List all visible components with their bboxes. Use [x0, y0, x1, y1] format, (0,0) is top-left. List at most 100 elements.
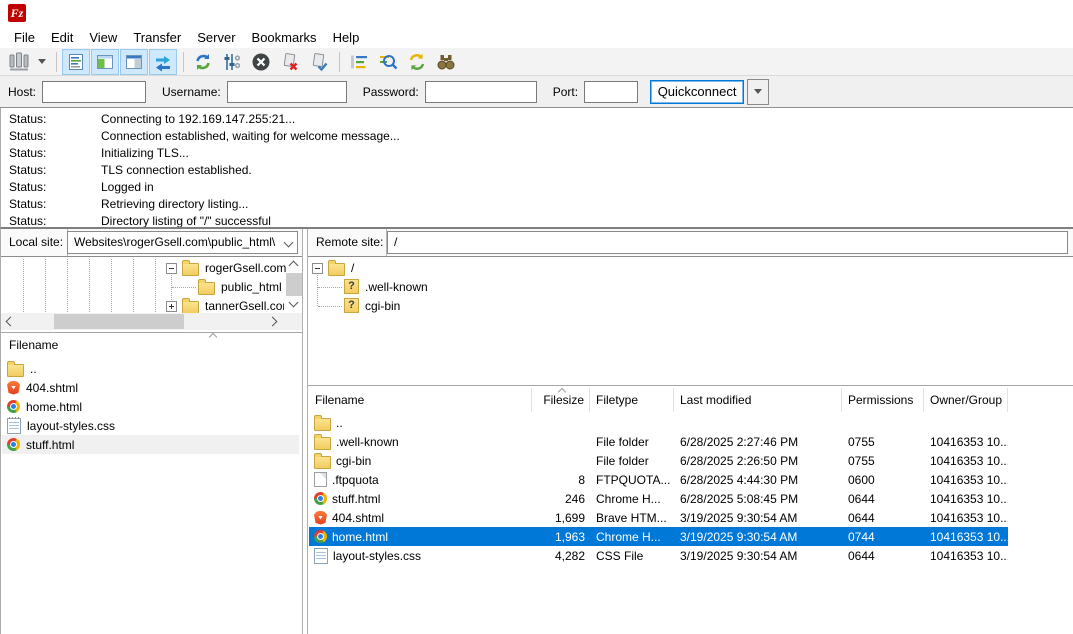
site-manager-button[interactable]: [5, 49, 33, 75]
collapse-expander-icon[interactable]: [166, 263, 177, 274]
tree-guide: [89, 259, 90, 312]
find-files-button[interactable]: [432, 49, 460, 75]
filezilla-logo-icon: Fz: [8, 4, 26, 22]
horizontal-scrollbar[interactable]: [1, 313, 302, 330]
remote-file-row[interactable]: ..: [309, 413, 1008, 432]
column-owner-group[interactable]: Owner/Group: [924, 388, 1008, 412]
toggle-message-log-button[interactable]: [62, 49, 90, 75]
tree-item-label: tannerGsell.com: [205, 299, 284, 313]
status-message: Initializing TLS...: [101, 146, 189, 160]
scroll-up-arrow[interactable]: [289, 261, 299, 271]
reconnect-button[interactable]: [305, 49, 333, 75]
collapse-expander-icon[interactable]: [312, 263, 323, 274]
local-file-row[interactable]: layout-styles.css: [2, 416, 115, 435]
folder-icon: [182, 263, 199, 276]
password-input[interactable]: [425, 81, 537, 103]
host-input[interactable]: [42, 81, 146, 103]
disconnect-button[interactable]: [276, 49, 304, 75]
quickconnect-dropdown-button[interactable]: [747, 79, 769, 105]
tree-guide: [45, 259, 46, 312]
expand-expander-icon[interactable]: [166, 301, 177, 312]
chrome-file-icon: [314, 530, 327, 543]
file-modified: 3/19/2025 9:30:54 AM: [674, 530, 842, 544]
menu-transfer[interactable]: Transfer: [125, 28, 189, 47]
folder-icon: [182, 301, 199, 314]
tree-item-cgi-bin[interactable]: cgi-bin: [344, 296, 400, 315]
directory-listing-filters-button[interactable]: [345, 49, 373, 75]
menu-view[interactable]: View: [81, 28, 125, 47]
file-name: home.html: [332, 530, 388, 544]
tree-item-well-known[interactable]: .well-known: [344, 277, 428, 296]
file-size: 1,963: [532, 530, 590, 544]
chrome-file-icon: [7, 438, 20, 451]
column-permissions[interactable]: Permissions: [842, 388, 924, 412]
file-type: Brave HTM...: [590, 511, 674, 525]
local-file-row[interactable]: ..: [2, 359, 37, 378]
process-queue-button[interactable]: [218, 49, 246, 75]
remote-file-row[interactable]: stuff.html 246 Chrome H... 6/28/2025 5:0…: [309, 489, 1008, 508]
status-message: Logged in: [101, 180, 154, 194]
file-permissions: 0600: [842, 473, 924, 487]
local-file-row[interactable]: stuff.html: [2, 435, 299, 454]
cancel-button[interactable]: [247, 49, 275, 75]
status-label: Status:: [1, 128, 101, 145]
toggle-remote-tree-button[interactable]: [120, 49, 148, 75]
tree-guide: [133, 259, 134, 312]
refresh-button[interactable]: [189, 49, 217, 75]
local-column-filename[interactable]: Filename: [9, 338, 58, 352]
vertical-scrollbar-thumb[interactable]: [286, 273, 302, 296]
quickconnect-button[interactable]: Quickconnect: [650, 80, 744, 104]
status-line: Status:Logged in: [1, 179, 1073, 196]
remote-site-combobox[interactable]: /: [387, 231, 1068, 254]
tree-item-public-html[interactable]: public_html: [198, 277, 282, 296]
menu-file[interactable]: File: [6, 28, 43, 47]
remote-file-row[interactable]: layout-styles.css 4,282 CSS File 3/19/20…: [309, 546, 1008, 565]
reconnect-icon: [309, 52, 329, 72]
tree-item-rogergsell[interactable]: rogerGsell.com: [182, 258, 286, 277]
scroll-right-arrow[interactable]: [268, 317, 278, 327]
folder-icon: [314, 418, 331, 431]
toggle-local-tree-button[interactable]: [91, 49, 119, 75]
directory-comparison-button[interactable]: [374, 49, 402, 75]
menu-help[interactable]: Help: [325, 28, 368, 47]
panel-splitter[interactable]: [308, 385, 1073, 386]
remote-file-row[interactable]: .ftpquota 8 FTPQUOTA... 6/28/2025 4:44:3…: [309, 470, 1008, 489]
toolbar-separator: [339, 52, 340, 72]
remote-file-row[interactable]: cgi-bin File folder 6/28/2025 2:26:50 PM…: [309, 451, 1008, 470]
remote-file-row-selected[interactable]: home.html 1,963 Chrome H... 3/19/2025 9:…: [309, 527, 1008, 546]
menu-bookmarks[interactable]: Bookmarks: [244, 28, 325, 47]
local-file-row[interactable]: home.html: [2, 397, 82, 416]
remote-file-row[interactable]: 404.shtml 1,699 Brave HTM... 3/19/2025 9…: [309, 508, 1008, 527]
remote-file-row[interactable]: .well-known File folder 6/28/2025 2:27:4…: [309, 432, 1008, 451]
css-file-icon: [7, 418, 21, 434]
column-filename[interactable]: Filename: [309, 388, 532, 412]
scroll-left-arrow[interactable]: [6, 317, 16, 327]
tree-item-root[interactable]: /: [328, 258, 354, 277]
horizontal-scrollbar-thumb[interactable]: [54, 314, 184, 329]
scroll-down-arrow[interactable]: [289, 298, 299, 308]
panel-splitter[interactable]: [1, 332, 302, 333]
local-tree-icon: [95, 52, 115, 72]
menu-server[interactable]: Server: [189, 28, 243, 47]
synchronized-browsing-button[interactable]: [403, 49, 431, 75]
file-modified: 3/19/2025 9:30:54 AM: [674, 511, 842, 525]
remote-panel: Remote site: / / .well-known: [307, 229, 1073, 634]
remote-tree-icon: [124, 52, 144, 72]
menu-edit[interactable]: Edit: [43, 28, 81, 47]
file-name: home.html: [26, 400, 82, 414]
username-input[interactable]: [227, 81, 347, 103]
file-permissions: 0644: [842, 549, 924, 563]
file-modified: 6/28/2025 5:08:45 PM: [674, 492, 842, 506]
file-type: File folder: [590, 454, 674, 468]
local-site-combobox[interactable]: Websites\rogerGsell.com\public_html\: [67, 231, 298, 254]
local-file-row[interactable]: 404.shtml: [2, 378, 78, 397]
file-type: File folder: [590, 435, 674, 449]
site-manager-dropdown-button[interactable]: [34, 49, 50, 75]
column-last-modified[interactable]: Last modified: [674, 388, 842, 412]
column-filetype[interactable]: Filetype: [590, 388, 674, 412]
status-message: Directory listing of "/" successful: [101, 214, 271, 228]
port-input[interactable]: [584, 81, 638, 103]
toggle-transfer-queue-button[interactable]: [149, 49, 177, 75]
unknown-folder-icon: [344, 298, 359, 313]
folder-icon: [314, 456, 331, 469]
